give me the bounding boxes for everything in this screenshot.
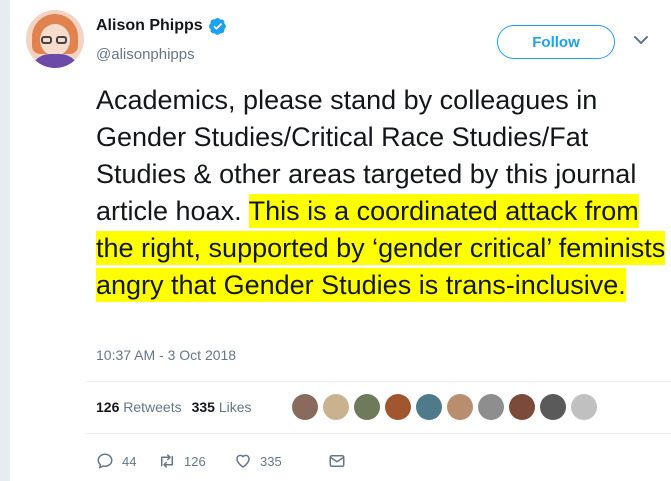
direct-message-button[interactable] <box>328 452 346 470</box>
avatar[interactable] <box>26 10 84 68</box>
liker-avatar[interactable] <box>323 394 349 420</box>
reply-icon <box>97 453 113 469</box>
liker-avatar[interactable] <box>571 394 597 420</box>
liker-avatar[interactable] <box>509 394 535 420</box>
liker-avatar[interactable] <box>416 394 442 420</box>
left-rail <box>0 0 10 481</box>
likes-stat[interactable]: 335 Likes <box>192 399 252 415</box>
like-icon <box>236 454 250 468</box>
author-name-row[interactable]: Alison Phipps <box>96 17 227 35</box>
reply-count: 44 <box>122 453 137 469</box>
retweets-label: Retweets <box>123 399 182 415</box>
likes-label: Likes <box>218 399 252 415</box>
author-name[interactable]: Alison Phipps <box>96 17 203 35</box>
like-button[interactable]: 335 <box>234 452 328 470</box>
avatar-body <box>30 54 80 68</box>
divider-bottom <box>86 433 671 434</box>
divider-top <box>86 381 671 382</box>
verified-badge-icon <box>208 17 226 35</box>
like-count: 335 <box>260 453 282 469</box>
retweets-stat[interactable]: 126 Retweets <box>96 399 182 415</box>
tweet-timestamp[interactable]: 10:37 AM - 3 Oct 2018 <box>96 347 236 363</box>
retweet-button[interactable]: 126 <box>158 452 234 470</box>
message-icon <box>329 455 345 467</box>
chevron-down-icon[interactable] <box>633 32 649 48</box>
liker-avatar[interactable] <box>354 394 380 420</box>
liker-avatar[interactable] <box>540 394 566 420</box>
tweet-actions: 44 126 335 <box>96 452 346 470</box>
liker-avatar[interactable] <box>447 394 473 420</box>
reply-button[interactable]: 44 <box>96 452 158 470</box>
liker-avatar[interactable] <box>478 394 504 420</box>
avatar-glasses <box>41 36 69 44</box>
retweet-icon <box>161 454 173 468</box>
retweet-count: 126 <box>184 453 206 469</box>
likes-count: 335 <box>191 399 215 415</box>
tweet-text: Academics, please stand by colleagues in… <box>96 82 666 304</box>
author-handle[interactable]: @alisonphipps <box>96 46 195 63</box>
liker-avatars <box>292 394 597 420</box>
liker-avatar[interactable] <box>292 394 318 420</box>
tweet-stats: 126 Retweets 335 Likes <box>96 399 252 415</box>
liker-avatar[interactable] <box>385 394 411 420</box>
follow-button[interactable]: Follow <box>497 25 615 59</box>
retweets-count: 126 <box>96 399 120 415</box>
